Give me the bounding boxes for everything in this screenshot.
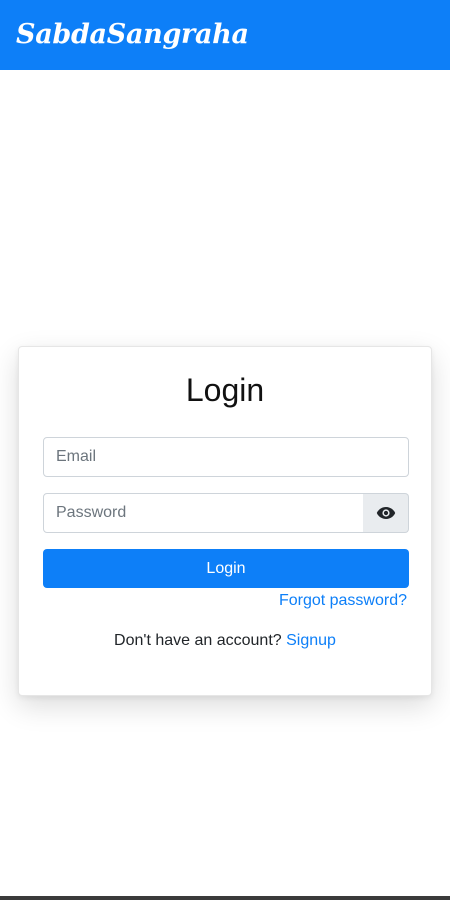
eye-icon — [376, 507, 395, 519]
toggle-password-visibility-button[interactable] — [363, 493, 409, 533]
login-title: Login — [185, 372, 265, 408]
email-input[interactable] — [43, 437, 409, 477]
forgot-password-link[interactable]: Forgot password? — [279, 592, 407, 610]
login-button[interactable]: Login — [43, 549, 409, 588]
signup-link[interactable]: Signup — [286, 632, 336, 649]
password-input[interactable] — [43, 493, 364, 533]
no-account-text: Don't have an account? — [114, 632, 282, 649]
top-navbar: SabdaSangraha — [0, 0, 450, 70]
login-card: Login Login Forgot password? Don't have … — [18, 346, 432, 696]
signup-prompt: Don't have an account? Signup — [19, 632, 431, 650]
bottom-system-bar — [0, 896, 450, 900]
brand-logo-text[interactable]: SabdaSangraha — [16, 19, 249, 50]
